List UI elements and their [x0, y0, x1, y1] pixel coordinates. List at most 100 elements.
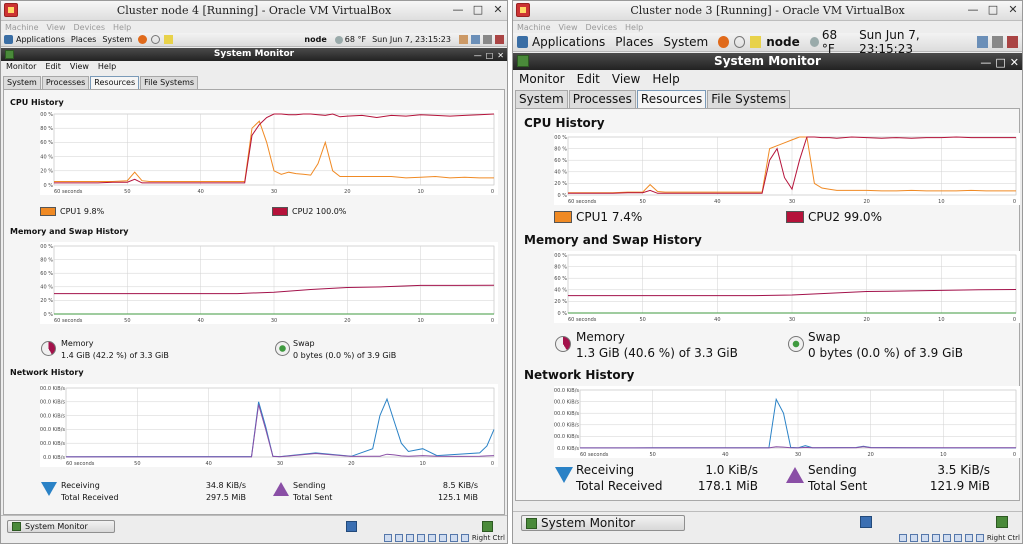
mouse-integration-icon[interactable] — [460, 534, 469, 542]
show-desktop-icon[interactable] — [482, 521, 493, 532]
cpu1-color-swatch[interactable] — [554, 211, 572, 223]
app-titlebar[interactable]: System Monitor — □ ✕ — [1, 48, 507, 61]
optical-drive-icon[interactable] — [909, 534, 918, 542]
network-icon[interactable] — [977, 36, 989, 48]
menu-edit[interactable]: Edit — [45, 62, 61, 74]
clock[interactable]: Sun Jun 7, 23:15:23 — [859, 28, 967, 56]
sending-arrow-icon[interactable] — [273, 482, 289, 496]
tab-resources[interactable]: Resources — [636, 90, 707, 108]
vbox-menu-machine[interactable]: Machine — [5, 23, 39, 32]
taskbar-system-monitor[interactable]: System Monitor — [7, 520, 115, 533]
vbox-titlebar[interactable]: Cluster node 3 [Running] - Oracle VM Vir… — [513, 1, 1022, 21]
swap-pie-icon[interactable] — [275, 341, 290, 356]
tab-file-systems[interactable]: File Systems — [140, 76, 199, 89]
vbox-menu-devices[interactable]: Devices — [585, 23, 617, 32]
menu-places[interactable]: Places — [615, 35, 653, 49]
notes-icon[interactable] — [164, 35, 174, 44]
menu-system[interactable]: System — [102, 35, 132, 44]
mouse-integration-icon[interactable] — [975, 534, 984, 542]
capture-icon[interactable] — [964, 534, 973, 542]
network-icon[interactable] — [471, 35, 480, 44]
vbox-titlebar[interactable]: Cluster node 4 [Running] - Oracle VM Vir… — [1, 1, 507, 21]
shared-folders-icon[interactable] — [953, 534, 962, 542]
minimize-icon[interactable]: — — [966, 3, 980, 17]
audio-icon[interactable] — [920, 534, 929, 542]
shutdown-icon[interactable] — [495, 35, 504, 44]
workspace-switcher-icon[interactable] — [346, 521, 357, 532]
help-icon[interactable] — [734, 36, 746, 48]
app-close-icon[interactable]: ✕ — [497, 49, 504, 62]
receiving-arrow-icon[interactable] — [555, 467, 573, 483]
vbox-menu-help[interactable]: Help — [625, 23, 643, 32]
app-minimize-icon[interactable]: — — [980, 54, 991, 71]
usb-icon[interactable] — [942, 534, 951, 542]
menu-system[interactable]: System — [663, 35, 708, 49]
tab-system[interactable]: System — [515, 90, 568, 108]
host-key-label: Right Ctrl — [986, 534, 1020, 542]
firefox-icon[interactable] — [138, 35, 148, 44]
volume-icon[interactable] — [483, 35, 492, 44]
gnome-foot-icon[interactable] — [517, 36, 528, 48]
receiving-arrow-icon[interactable] — [41, 482, 57, 496]
firefox-icon[interactable] — [718, 36, 730, 48]
hdd-icon[interactable] — [383, 534, 392, 542]
menu-places[interactable]: Places — [71, 35, 96, 44]
tab-system[interactable]: System — [3, 76, 41, 89]
maximize-icon[interactable]: □ — [471, 3, 485, 17]
swap-pie-icon[interactable] — [788, 336, 804, 352]
vbox-menu-view[interactable]: View — [47, 23, 66, 32]
menu-monitor[interactable]: Monitor — [519, 71, 565, 88]
volume-icon[interactable] — [992, 36, 1004, 48]
show-desktop-icon[interactable] — [996, 516, 1008, 528]
audio-icon[interactable] — [405, 534, 414, 542]
menu-edit[interactable]: Edit — [577, 71, 600, 88]
cpu1-color-swatch[interactable] — [40, 207, 56, 216]
gnome-foot-icon[interactable] — [4, 35, 13, 44]
menu-view[interactable]: View — [70, 62, 89, 74]
memory-pie-icon[interactable] — [555, 336, 571, 352]
cpu2-color-swatch[interactable] — [272, 207, 288, 216]
weather-temp[interactable]: 68 °F — [345, 35, 366, 44]
tab-processes[interactable]: Processes — [41, 76, 90, 89]
close-icon[interactable]: ✕ — [1006, 3, 1020, 17]
sending-arrow-icon[interactable] — [786, 467, 804, 483]
app-close-icon[interactable]: ✕ — [1010, 54, 1019, 71]
capture-icon[interactable] — [449, 534, 458, 542]
weather-temp[interactable]: 68 °F — [822, 28, 851, 56]
taskbar-system-monitor[interactable]: System Monitor — [521, 515, 685, 531]
menu-monitor[interactable]: Monitor — [6, 62, 36, 74]
shared-folders-icon[interactable] — [438, 534, 447, 542]
network-adapter-icon[interactable] — [931, 534, 940, 542]
vbox-menu-help[interactable]: Help — [113, 23, 131, 32]
menu-applications[interactable]: Applications — [532, 35, 605, 49]
vbox-menu-machine[interactable]: Machine — [517, 23, 551, 32]
clock[interactable]: Sun Jun 7, 23:15:23 — [372, 35, 451, 44]
update-icon[interactable] — [459, 35, 468, 44]
app-titlebar[interactable]: System Monitor — □ ✕ — [513, 53, 1022, 70]
shutdown-icon[interactable] — [1007, 36, 1018, 48]
tab-file-systems[interactable]: File Systems — [707, 90, 791, 108]
app-maximize-icon[interactable]: □ — [995, 54, 1005, 71]
tab-processes[interactable]: Processes — [568, 90, 636, 108]
hdd-icon[interactable] — [898, 534, 907, 542]
cpu2-color-swatch[interactable] — [786, 211, 804, 223]
close-icon[interactable]: ✕ — [491, 3, 505, 17]
maximize-icon[interactable]: □ — [986, 3, 1000, 17]
vbox-menu-devices[interactable]: Devices — [73, 23, 105, 32]
menu-applications[interactable]: Applications — [16, 35, 65, 44]
usb-icon[interactable] — [427, 534, 436, 542]
memory-pie-icon[interactable] — [41, 341, 56, 356]
tab-resources[interactable]: Resources — [90, 76, 140, 89]
workspace-switcher-icon[interactable] — [860, 516, 872, 528]
network-adapter-icon[interactable] — [416, 534, 425, 542]
menu-view[interactable]: View — [612, 71, 640, 88]
menu-help[interactable]: Help — [98, 62, 116, 74]
vbox-menu-view[interactable]: View — [559, 23, 578, 32]
notes-icon[interactable] — [750, 36, 762, 48]
menu-help[interactable]: Help — [652, 71, 679, 88]
app-maximize-icon[interactable]: □ — [486, 49, 494, 62]
minimize-icon[interactable]: — — [451, 3, 465, 17]
help-icon[interactable] — [151, 35, 161, 44]
optical-drive-icon[interactable] — [394, 534, 403, 542]
app-minimize-icon[interactable]: — — [474, 49, 482, 62]
